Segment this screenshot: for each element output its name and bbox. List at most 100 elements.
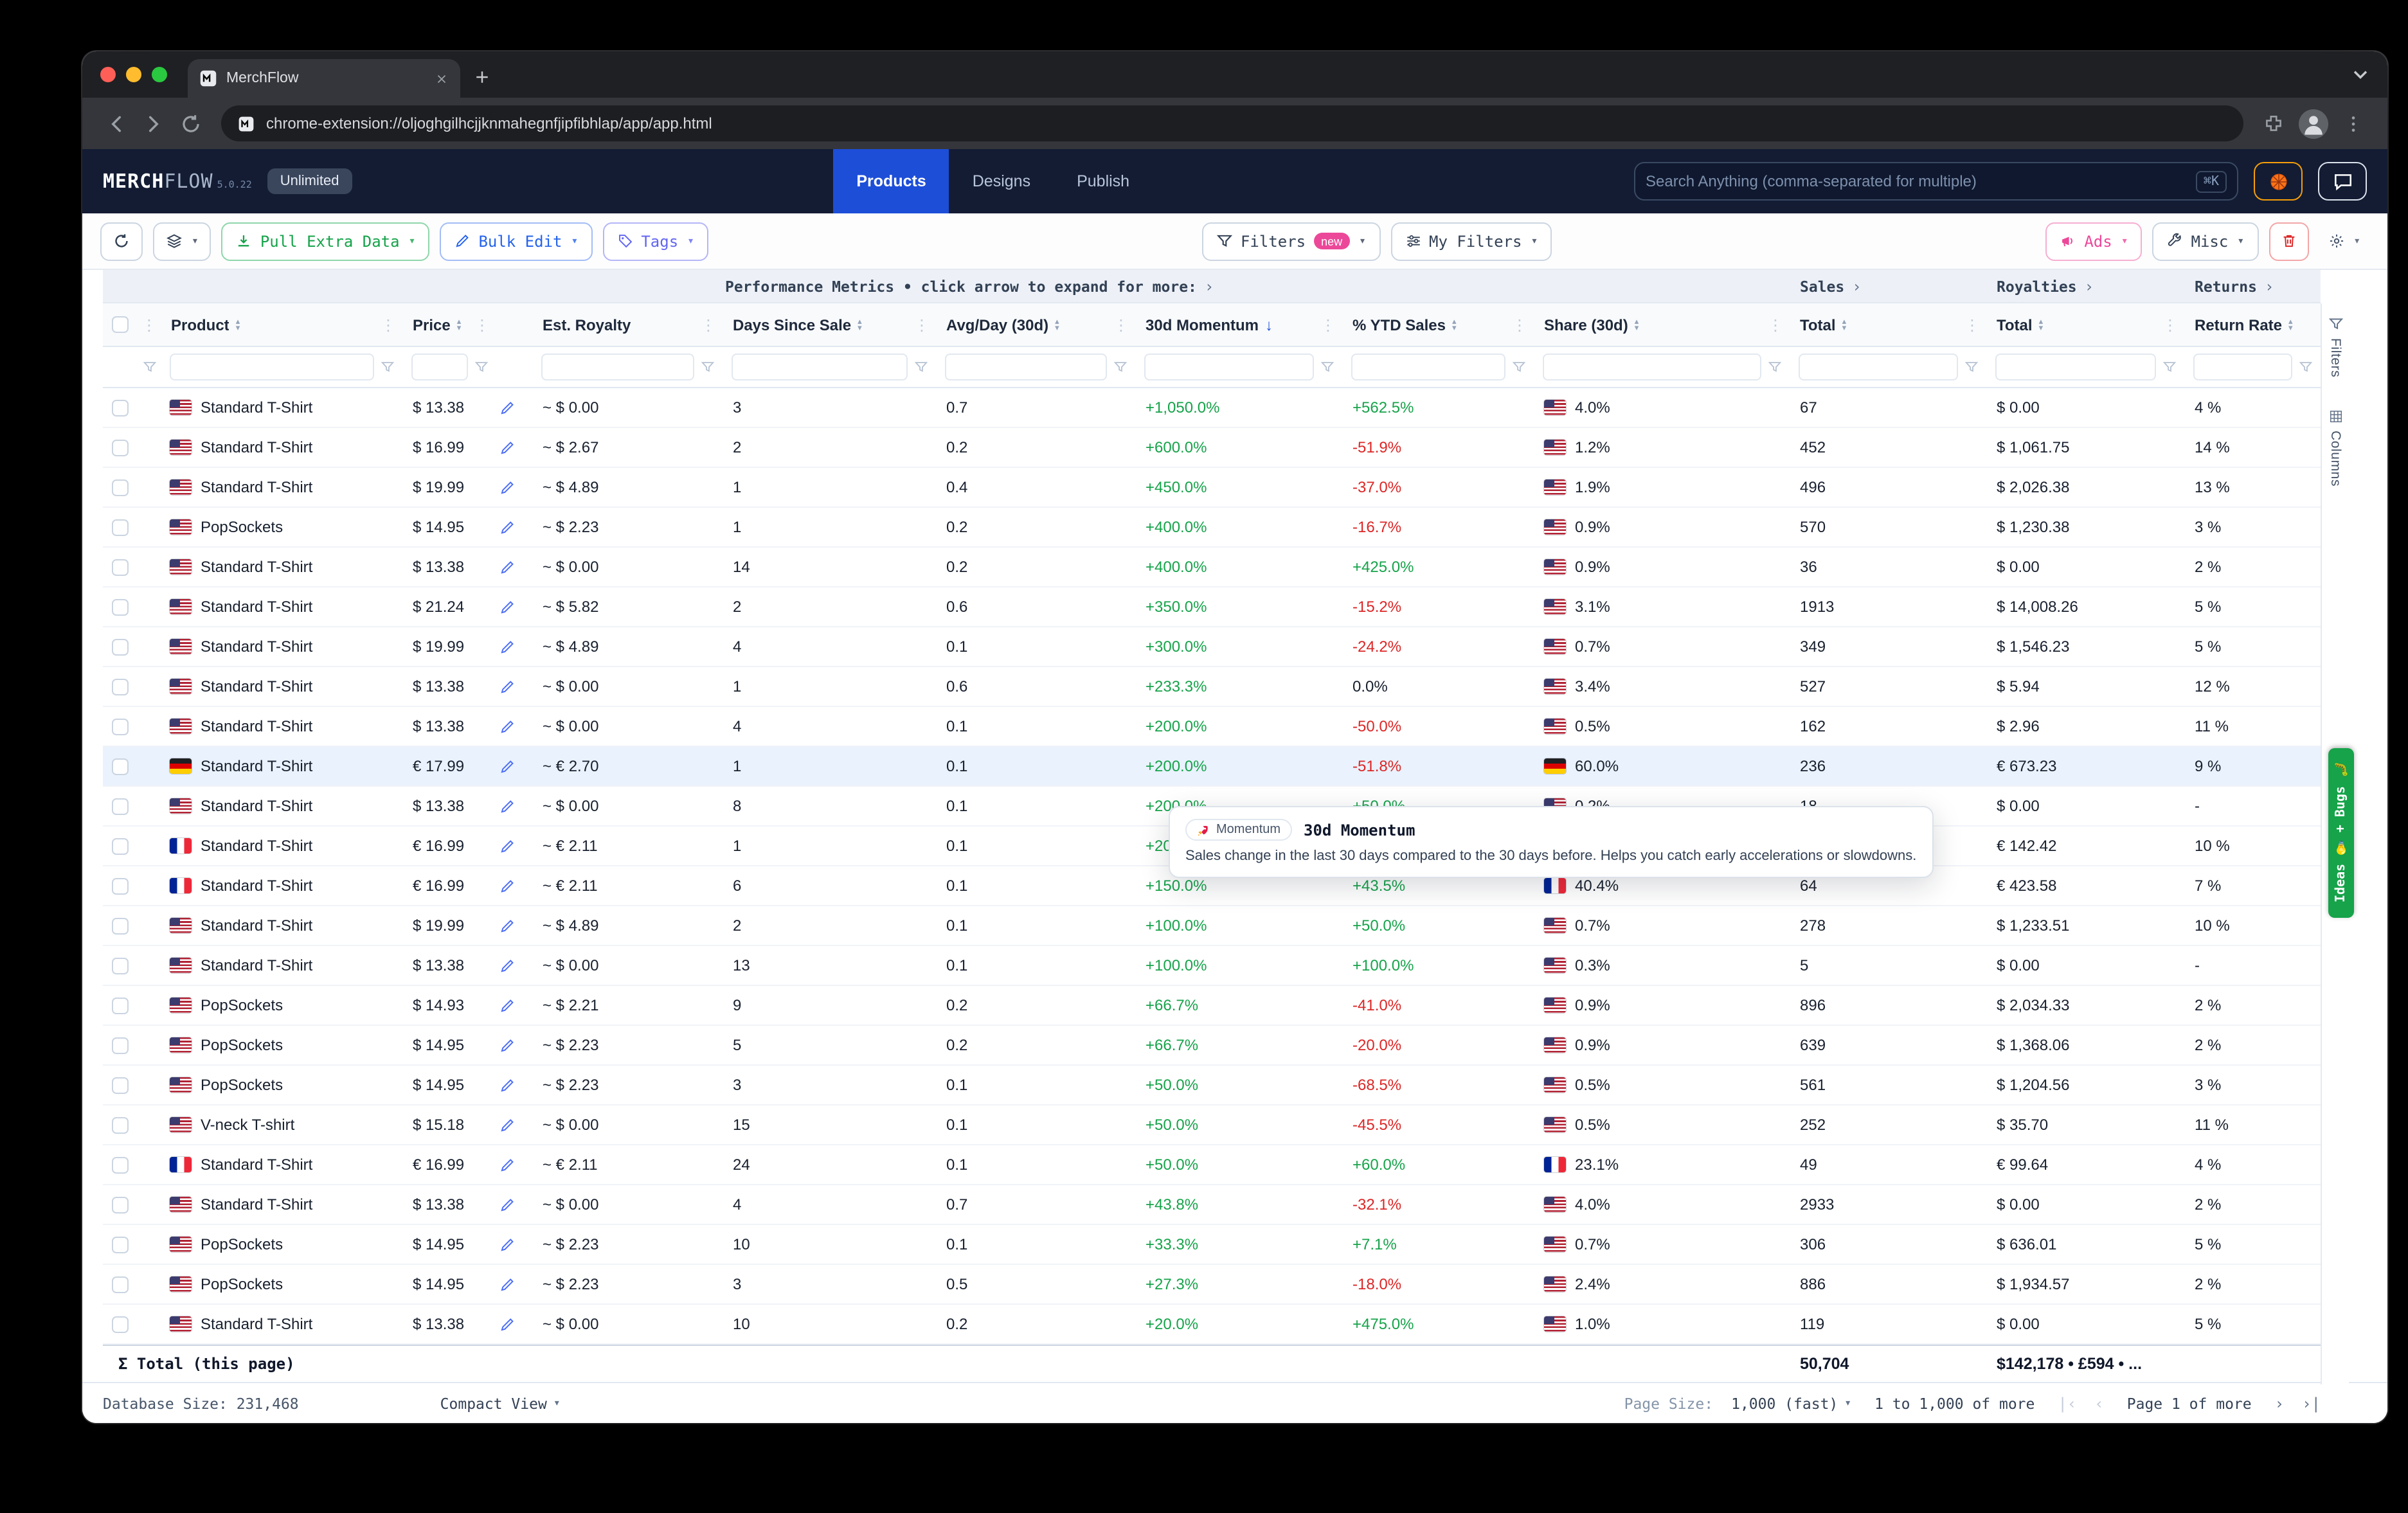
edit-price-icon[interactable]	[499, 997, 516, 1014]
column-header-ytd-sales[interactable]: % YTD Sales	[1352, 316, 1446, 334]
edit-price-icon[interactable]	[499, 479, 516, 496]
table-row[interactable]: V-neck T-shirt$ 15.18~ $ 0.00150.1+50.0%…	[103, 1106, 2321, 1145]
sort-icon[interactable]: ▴▾	[2288, 318, 2293, 331]
rail-filters-tab[interactable]: Filters	[2328, 316, 2343, 377]
column-header-product[interactable]: Product	[171, 316, 229, 334]
edit-price-icon[interactable]	[499, 598, 516, 615]
table-row[interactable]: PopSockets$ 14.95~ $ 2.2330.5+27.3%-18.0…	[103, 1265, 2321, 1305]
column-menu-icon[interactable]: ⋮	[914, 317, 930, 332]
sort-icon[interactable]: ▴▾	[1842, 318, 1847, 331]
column-header-momentum-30d[interactable]: 30d Momentum	[1146, 316, 1259, 334]
column-menu-icon[interactable]: ⋮	[381, 317, 396, 332]
filter-funnel-icon[interactable]	[143, 360, 157, 374]
sort-icon[interactable]: ▴▾	[457, 318, 462, 331]
sort-icon[interactable]: ▴▾	[1452, 318, 1457, 331]
table-row[interactable]: Standard T-Shirt$ 13.38~ $ 0.0010.6+233.…	[103, 667, 2321, 707]
address-bar[interactable]: chrome-extension://oljoghgilhcjjknmahegn…	[221, 105, 2243, 141]
filter-input-share-30d[interactable]	[1543, 354, 1761, 380]
edit-price-icon[interactable]	[499, 559, 516, 575]
table-row[interactable]: Standard T-Shirt$ 19.99~ $ 4.8940.1+300.…	[103, 627, 2321, 667]
edit-price-icon[interactable]	[499, 917, 516, 934]
row-checkbox[interactable]	[112, 718, 129, 735]
my-filters-button[interactable]: My Filters▾	[1390, 222, 1552, 260]
filter-input-ytd-sales[interactable]	[1351, 354, 1505, 380]
chat-button[interactable]	[2318, 162, 2367, 201]
expand-chevron-icon[interactable]: ›	[1852, 277, 1861, 295]
row-checkbox[interactable]	[112, 758, 129, 774]
table-row[interactable]: Standard T-Shirt$ 13.38~ $ 0.0030.7+1,05…	[103, 388, 2321, 428]
filter-funnel-icon[interactable]	[474, 360, 489, 374]
global-search[interactable]: ⌘K	[1634, 162, 2238, 201]
view-mode-select[interactable]: Compact View▾	[440, 1394, 561, 1412]
settings-button[interactable]: ▾	[2319, 222, 2369, 260]
filter-input-price[interactable]	[411, 354, 468, 380]
expand-chevron-icon[interactable]: ›	[2085, 277, 2094, 295]
table-row[interactable]: Standard T-Shirt€ 16.99~ € 2.11240.1+50.…	[103, 1145, 2321, 1185]
edit-price-icon[interactable]	[499, 837, 516, 854]
table-row[interactable]: Standard T-Shirt€ 17.99~ € 2.7010.1+200.…	[103, 747, 2321, 787]
column-header-return-rate[interactable]: Return Rate	[2195, 316, 2282, 334]
group-returns[interactable]: Returns›	[2195, 270, 2274, 302]
delete-button[interactable]	[2269, 222, 2308, 260]
row-checkbox[interactable]	[112, 678, 129, 695]
forward-button[interactable]	[143, 112, 165, 134]
edit-price-icon[interactable]	[499, 758, 516, 774]
row-checkbox[interactable]	[112, 1236, 129, 1253]
ideas-bugs-tab[interactable]: Ideas 💡 + Bugs 🐛	[2328, 748, 2354, 918]
tab-search-button[interactable]	[2349, 63, 2372, 86]
group-sales[interactable]: Sales›	[1800, 270, 1862, 302]
filter-funnel-icon[interactable]	[2162, 360, 2177, 374]
sort-icon[interactable]: ▴▾	[858, 318, 862, 331]
column-menu-icon[interactable]: ⋮	[474, 317, 490, 332]
row-checkbox[interactable]	[112, 439, 129, 456]
column-header-days-since-sale[interactable]: Days Since Sale	[733, 316, 851, 334]
filter-input-return-rate[interactable]	[2193, 354, 2292, 380]
row-checkbox[interactable]	[112, 1276, 129, 1293]
expand-chevron-icon[interactable]: ›	[1205, 277, 1214, 295]
column-header-sales-total[interactable]: Total	[1800, 316, 1836, 334]
row-checkbox[interactable]	[112, 1037, 129, 1053]
table-row[interactable]: Standard T-Shirt$ 13.38~ $ 0.00140.2+400…	[103, 548, 2321, 587]
search-input[interactable]	[1646, 172, 2186, 190]
page-size-select[interactable]: 1,000 (fast)▾	[1731, 1394, 1851, 1412]
sort-desc-icon[interactable]: ↓	[1265, 316, 1273, 334]
edit-price-icon[interactable]	[499, 1116, 516, 1133]
edit-price-icon[interactable]	[499, 1077, 516, 1093]
filter-funnel-icon[interactable]	[701, 360, 715, 374]
row-checkbox[interactable]	[112, 997, 129, 1014]
sort-icon[interactable]: ▴▾	[1635, 318, 1639, 331]
first-page-button[interactable]: |‹	[2058, 1394, 2076, 1412]
close-window-button[interactable]	[100, 67, 116, 82]
nav-publish[interactable]: Publish	[1054, 149, 1153, 213]
column-menu-icon[interactable]: ⋮	[141, 317, 157, 332]
row-checkbox[interactable]	[112, 798, 129, 814]
sort-icon[interactable]: ▴▾	[236, 318, 240, 331]
maximize-window-button[interactable]	[152, 67, 167, 82]
filter-input-product[interactable]	[170, 354, 374, 380]
column-menu-icon[interactable]: ⋮	[1512, 317, 1527, 332]
row-checkbox[interactable]	[112, 399, 129, 416]
table-row[interactable]: Standard T-Shirt$ 19.99~ $ 4.8910.4+450.…	[103, 468, 2321, 508]
edit-price-icon[interactable]	[499, 798, 516, 814]
edit-price-icon[interactable]	[499, 1276, 516, 1293]
sort-icon[interactable]: ▴▾	[2039, 318, 2044, 331]
rail-columns-tab[interactable]: Columns	[2328, 408, 2343, 486]
table-row[interactable]: Standard T-Shirt$ 21.24~ $ 5.8220.6+350.…	[103, 587, 2321, 627]
edit-price-icon[interactable]	[499, 957, 516, 974]
row-checkbox[interactable]	[112, 1196, 129, 1213]
refresh-button[interactable]	[100, 222, 143, 260]
edit-price-icon[interactable]	[499, 399, 516, 416]
tags-button[interactable]: Tags▾	[602, 222, 708, 260]
nav-products[interactable]: Products	[833, 149, 949, 213]
table-row[interactable]: Standard T-Shirt$ 16.99~ $ 2.6720.2+600.…	[103, 428, 2321, 468]
table-row[interactable]: Standard T-Shirt$ 13.38~ $ 0.00100.2+20.…	[103, 1305, 2321, 1345]
filter-input-momentum-30d[interactable]	[1144, 354, 1314, 380]
column-header-est-royalty[interactable]: Est. Royalty	[543, 316, 631, 334]
row-checkbox[interactable]	[112, 1116, 129, 1133]
edit-price-icon[interactable]	[499, 678, 516, 695]
row-checkbox[interactable]	[112, 479, 129, 496]
row-checkbox[interactable]	[112, 519, 129, 535]
edit-price-icon[interactable]	[499, 1236, 516, 1253]
filter-input-avg-day-30d[interactable]	[945, 354, 1107, 380]
prev-page-button[interactable]: ‹	[2094, 1394, 2103, 1412]
